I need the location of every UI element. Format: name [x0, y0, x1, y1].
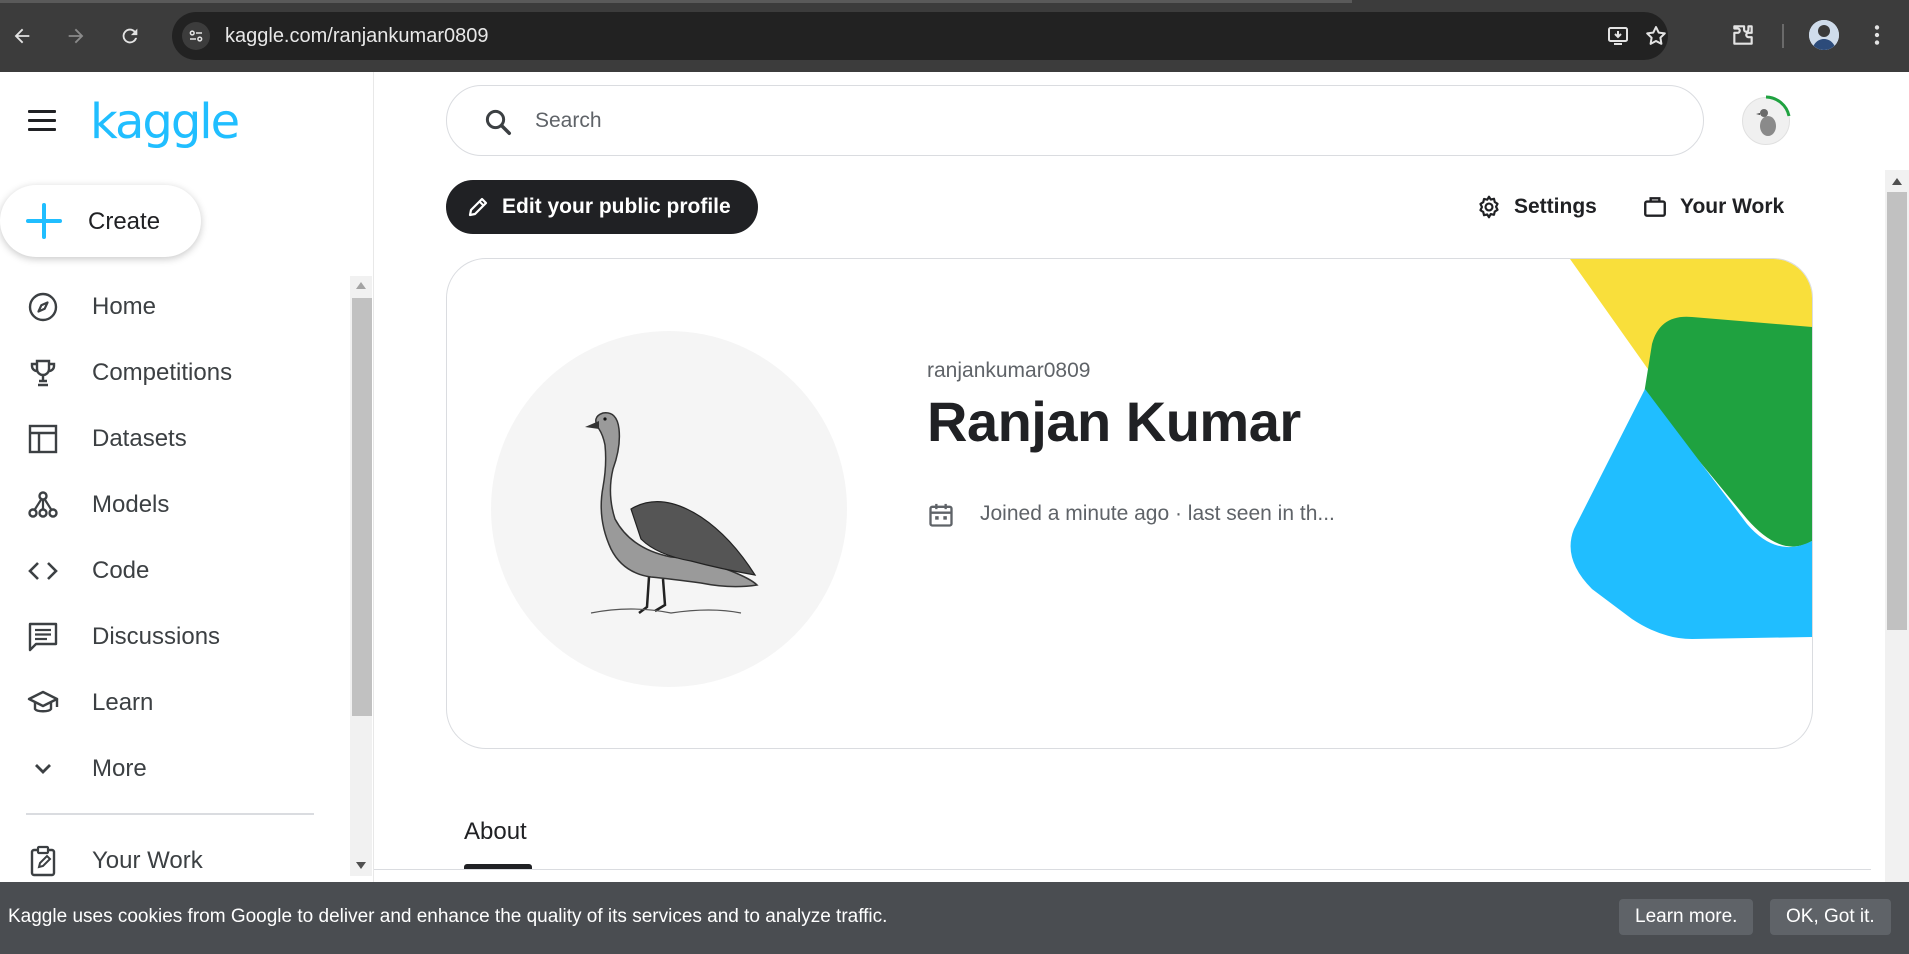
toolbar-divider: [1782, 24, 1784, 48]
sidebar-item-label: Datasets: [92, 425, 187, 452]
search-icon: [485, 109, 511, 135]
briefcase-icon: [1644, 197, 1666, 217]
browser-toolbar: kaggle.com/ranjankumar0809: [0, 0, 1909, 72]
sidebar-item-label: Discussions: [92, 623, 221, 650]
sidebar-item-label: More: [92, 755, 147, 782]
scroll-down-arrow-icon[interactable]: [356, 862, 366, 869]
search-bar[interactable]: [446, 85, 1704, 156]
ok-got-it-button[interactable]: OK, Got it.: [1770, 899, 1891, 935]
sidebar-item-discussions[interactable]: Discussions: [0, 608, 340, 662]
sidebar-item-label: Home: [92, 293, 157, 320]
sidebar-item-label: Your Work: [92, 847, 203, 874]
calendar-icon: [929, 503, 953, 527]
gear-icon: [1479, 195, 1499, 219]
pencil-icon: [468, 197, 488, 217]
browser-menu-icon[interactable]: [1864, 22, 1890, 48]
tabs-divider: [374, 869, 1871, 870]
create-button[interactable]: Create: [0, 185, 201, 257]
profile-avatar[interactable]: [491, 331, 847, 687]
sidebar-item-label: Models: [92, 491, 170, 518]
kaggle-logo[interactable]: kaggle: [90, 94, 240, 150]
url-text[interactable]: kaggle.com/ranjankumar0809: [225, 25, 489, 48]
arrow-right-icon: [68, 28, 84, 44]
profile-username: ranjankumar0809: [927, 359, 1091, 382]
sidebar-item-home[interactable]: Home: [0, 278, 340, 332]
scrollbar-thumb[interactable]: [1887, 192, 1907, 630]
profile-card: ranjankumar0809 Ranjan Kumar Joined a mi…: [446, 258, 1813, 749]
edit-profile-button[interactable]: Edit your public profile: [446, 180, 758, 234]
reload-icon: [122, 28, 138, 44]
goose-illustration-icon: [585, 412, 759, 614]
forward-button[interactable]: [58, 18, 94, 54]
discussion-icon: [28, 622, 58, 652]
models-icon: [28, 491, 58, 518]
table-icon: [28, 424, 58, 454]
sidebar-item-code[interactable]: Code: [0, 542, 340, 596]
main-scrollbar[interactable]: [1885, 170, 1909, 882]
sidebar-scrollbar[interactable]: [350, 276, 372, 876]
compass-icon: [28, 292, 58, 322]
sidebar-item-more[interactable]: More: [0, 740, 340, 794]
sidebar-item-models[interactable]: Models: [0, 476, 340, 530]
tab-about[interactable]: About: [464, 818, 527, 846]
clipboard-icon: [30, 845, 56, 877]
user-avatar[interactable]: [1742, 95, 1791, 145]
scrollbar-thumb[interactable]: [352, 298, 372, 716]
back-button[interactable]: [4, 18, 40, 54]
profile-name: Ranjan Kumar: [927, 390, 1301, 453]
site-info-icon[interactable]: [182, 22, 210, 50]
menu-icon[interactable]: [28, 110, 58, 134]
sidebar-item-datasets[interactable]: Datasets: [0, 410, 340, 464]
sidebar-divider: [26, 813, 314, 815]
sidebar-item-learn[interactable]: Learn: [0, 674, 340, 728]
sidebar-item-label: Competitions: [92, 359, 233, 386]
trophy-icon: [30, 359, 56, 387]
sidebar-item-your-work[interactable]: Your Work: [0, 832, 340, 886]
joined-status: Joined a minute ago · last seen in th...: [980, 502, 1335, 525]
arrow-left-icon: [14, 28, 30, 44]
bookmark-star-icon[interactable]: [1644, 24, 1668, 48]
scroll-up-arrow-icon[interactable]: [1892, 178, 1902, 185]
settings-link[interactable]: Settings: [1476, 190, 1597, 224]
reload-button[interactable]: [112, 18, 148, 54]
search-input[interactable]: [535, 104, 1635, 138]
plus-icon: [24, 201, 64, 241]
loading-bar: [0, 0, 1352, 3]
scroll-up-arrow-icon[interactable]: [356, 282, 366, 289]
edit-profile-label: Edit your public profile: [502, 195, 731, 218]
progress-ring: [1765, 95, 1791, 117]
create-label: Create: [88, 208, 161, 235]
sidebar-item-label: Code: [92, 557, 150, 584]
school-icon: [27, 690, 59, 713]
your-work-label: Your Work: [1680, 195, 1785, 218]
address-bar[interactable]: kaggle.com/ranjankumar0809: [172, 12, 1668, 60]
chevron-down-icon: [35, 764, 51, 774]
sidebar-item-competitions[interactable]: Competitions: [0, 344, 340, 398]
cookie-banner: Kaggle uses cookies from Google to deliv…: [0, 882, 1909, 954]
learn-more-button[interactable]: Learn more.: [1619, 899, 1754, 935]
sidebar: kaggle Create Home Competitions Datasets…: [0, 72, 374, 882]
code-icon: [28, 562, 58, 580]
your-work-link[interactable]: Your Work: [1642, 190, 1784, 224]
browser-profile-avatar[interactable]: [1809, 20, 1839, 50]
sidebar-item-label: Learn: [92, 689, 154, 716]
profile-decoration-shapes: [1570, 259, 1812, 639]
install-app-icon[interactable]: [1606, 24, 1630, 48]
settings-label: Settings: [1514, 195, 1597, 218]
cookie-message: Kaggle uses cookies from Google to deliv…: [8, 906, 888, 927]
extensions-icon[interactable]: [1730, 22, 1756, 48]
